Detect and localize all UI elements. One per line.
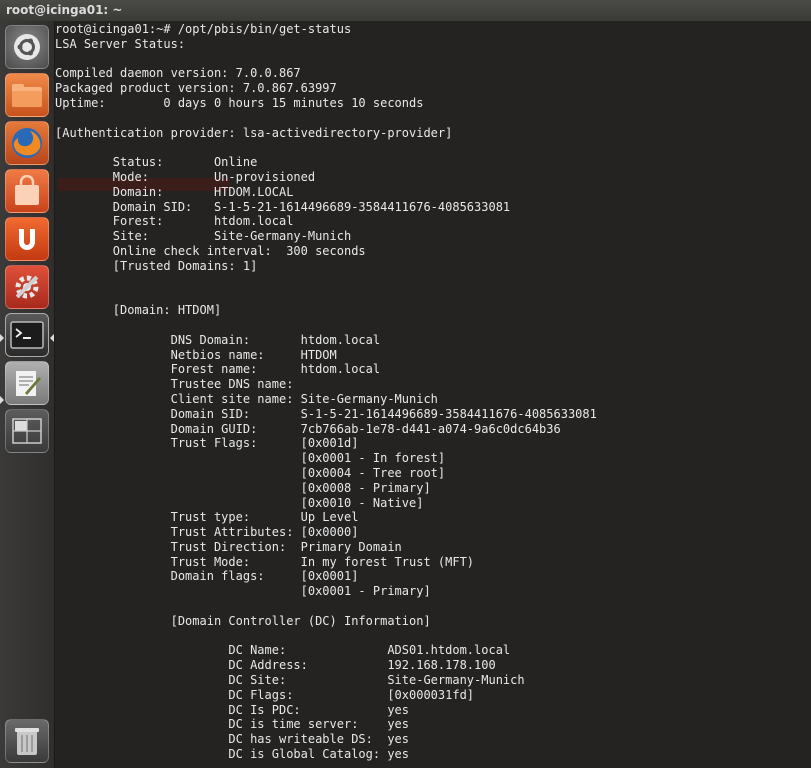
terminal-line: Netbios name: HTDOM bbox=[55, 347, 337, 362]
terminal-line: DC is time server: yes bbox=[55, 717, 410, 732]
terminal-line: Trust Flags: [0x001d] bbox=[55, 436, 359, 451]
terminal-line: Trustee DNS name: bbox=[55, 377, 294, 392]
terminal-line: DC is Global Catalog: yes bbox=[55, 747, 410, 762]
terminal-line: Domain SID: S-1-5-21-1614496689-35844116… bbox=[55, 199, 511, 214]
active-indicator-left bbox=[0, 334, 4, 342]
terminal-line: Domain SID: S-1-5-21-1614496689-35844116… bbox=[55, 406, 597, 421]
running-indicator bbox=[0, 396, 4, 404]
text-editor-launcher-button[interactable] bbox=[5, 361, 49, 405]
ubuntu-logo-icon bbox=[14, 34, 40, 60]
terminal-line: [0x0004 - Tree root] bbox=[55, 465, 446, 480]
system-settings-launcher-button[interactable] bbox=[5, 265, 49, 309]
terminal-line: [Authentication provider: lsa-activedire… bbox=[55, 125, 453, 140]
trash-launcher-button[interactable] bbox=[5, 719, 49, 763]
terminal-line: Compiled daemon version: 7.0.0.867 bbox=[55, 66, 301, 81]
terminal-icon bbox=[10, 321, 44, 349]
workspace-grid-icon bbox=[12, 418, 42, 444]
focused-indicator-right bbox=[50, 334, 54, 342]
shopping-bag-icon bbox=[15, 175, 39, 205]
terminal-line: Status: Online bbox=[55, 155, 258, 170]
terminal-line: Trust Mode: In my forest Trust (MFT) bbox=[55, 554, 475, 569]
terminal-line: root@icinga01:~# /opt/pbis/bin/get-statu… bbox=[55, 22, 352, 36]
terminal-line: [0x0001 - Primary] bbox=[55, 584, 431, 599]
unity-launcher bbox=[0, 21, 55, 768]
terminal-line: Forest name: htdom.local bbox=[55, 362, 381, 377]
terminal-line: Forest: htdom.local bbox=[55, 214, 294, 229]
terminal-line: DC Name: ADS01.htdom.local bbox=[55, 643, 511, 658]
terminal-line: Uptime: 0 days 0 hours 15 minutes 10 sec… bbox=[55, 95, 424, 110]
terminal-line: [Trusted Domains: 1] bbox=[55, 258, 258, 273]
trash-icon bbox=[15, 728, 39, 755]
terminal-line: DC has writeable DS: yes bbox=[55, 732, 410, 747]
firefox-icon bbox=[12, 128, 42, 158]
terminal-output: root@icinga01:~# /opt/pbis/bin/get-statu… bbox=[55, 22, 597, 762]
terminal-line: [0x0010 - Native] bbox=[55, 495, 424, 510]
dash-home-button[interactable] bbox=[5, 25, 49, 69]
window-title: root@icinga01: ~ bbox=[6, 3, 123, 17]
gear-wrench-icon bbox=[15, 275, 39, 299]
terminal-line: DC Flags: [0x000031fd] bbox=[55, 687, 475, 702]
terminal-line: LSA Server Status: bbox=[55, 36, 186, 51]
terminal-line: [Domain: HTDOM] bbox=[55, 303, 222, 318]
terminal-line: Site: Site-Germany-Munich bbox=[55, 229, 352, 244]
ubuntu-one-icon bbox=[19, 229, 35, 250]
firefox-launcher-button[interactable] bbox=[5, 121, 49, 165]
terminal-line: Packaged product version: 7.0.867.63997 bbox=[55, 81, 337, 96]
terminal-line: Trust type: Up Level bbox=[55, 510, 359, 525]
terminal-line: Trust Direction: Primary Domain bbox=[55, 539, 402, 554]
terminal-line: Domain GUID: 7cb766ab-1e78-d441-a074-9a6… bbox=[55, 421, 561, 436]
files-launcher-button[interactable] bbox=[5, 73, 49, 117]
terminal-line: DNS Domain: htdom.local bbox=[55, 332, 381, 347]
terminal-line: [Domain Controller (DC) Information] bbox=[55, 613, 431, 628]
ubuntu-one-launcher-button[interactable] bbox=[5, 217, 49, 261]
terminal-line: Domain: HTDOM.LOCAL bbox=[55, 184, 294, 199]
terminal-line: DC Is PDC: yes bbox=[55, 702, 410, 717]
terminal-line: DC Site: Site-Germany-Munich bbox=[55, 673, 525, 688]
terminal-line: DC Address: 192.168.178.100 bbox=[55, 658, 496, 673]
terminal-line: Trust Attributes: [0x0000] bbox=[55, 525, 359, 540]
terminal-line: Client site name: Site-Germany-Munich bbox=[55, 391, 438, 406]
terminal-window[interactable]: root@icinga01:~# /opt/pbis/bin/get-statu… bbox=[55, 21, 811, 768]
software-center-launcher-button[interactable] bbox=[5, 169, 49, 213]
terminal-line: Mode: Un-provisioned bbox=[55, 169, 316, 184]
terminal-launcher-button[interactable] bbox=[5, 313, 49, 357]
workspace-switcher-button[interactable] bbox=[5, 409, 49, 453]
terminal-line: Online check interval: 300 seconds bbox=[55, 243, 366, 258]
terminal-line: [0x0001 - In forest] bbox=[55, 451, 446, 466]
window-title-bar[interactable]: root@icinga01: ~ bbox=[0, 0, 811, 22]
text-editor-icon bbox=[16, 371, 41, 396]
terminal-line: [0x0008 - Primary] bbox=[55, 480, 431, 495]
terminal-line: Domain flags: [0x0001] bbox=[55, 569, 359, 584]
folder-icon bbox=[12, 84, 42, 107]
